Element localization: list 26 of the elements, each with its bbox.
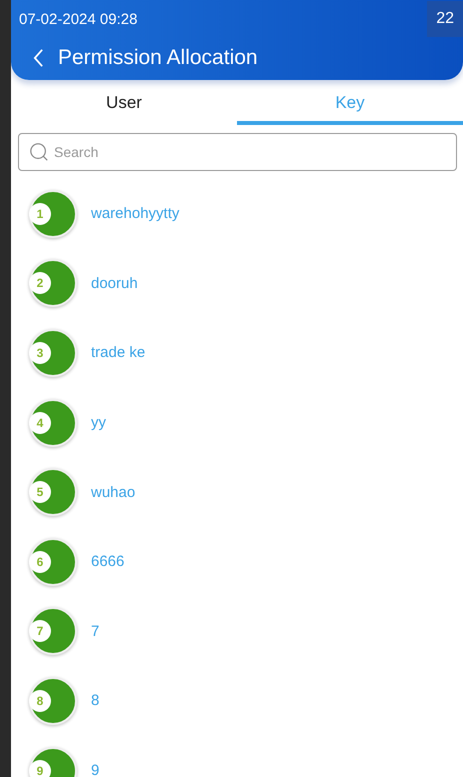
tab[interactable]: Key — [237, 85, 463, 125]
search-icon — [29, 142, 49, 162]
key-name[interactable]: yy — [91, 414, 106, 432]
number-badge: 5 — [29, 468, 77, 516]
number-badge: 3 — [29, 328, 77, 377]
number-badge: 2 — [29, 259, 77, 308]
number-badge: 8 — [29, 676, 77, 725]
key-name[interactable]: 7 — [91, 622, 100, 640]
key-name[interactable]: warehohyytty — [91, 205, 180, 222]
tab[interactable]: User — [11, 85, 237, 125]
key-name[interactable]: wuhao — [91, 484, 136, 501]
status-badge: 22 — [427, 1, 463, 37]
key-name[interactable]: 9 — [91, 762, 100, 777]
status-datetime: 07-02-2024 09:28 — [18, 10, 138, 28]
search-field[interactable]: Search — [18, 133, 457, 171]
key-name[interactable]: trade ke — [91, 344, 146, 362]
key-name[interactable]: dooruh — [91, 274, 138, 292]
key-name[interactable]: 6666 — [91, 553, 124, 570]
number-badge: 6 — [29, 538, 77, 586]
page-title: Permission Allocation — [58, 46, 258, 70]
number-badge: 1 — [29, 190, 77, 238]
key-name[interactable]: 8 — [91, 692, 100, 710]
number-badge: 7 — [29, 607, 77, 656]
number-badge: 9 — [29, 746, 77, 777]
number-badge: 4 — [29, 398, 77, 447]
back-icon[interactable] — [33, 48, 44, 68]
